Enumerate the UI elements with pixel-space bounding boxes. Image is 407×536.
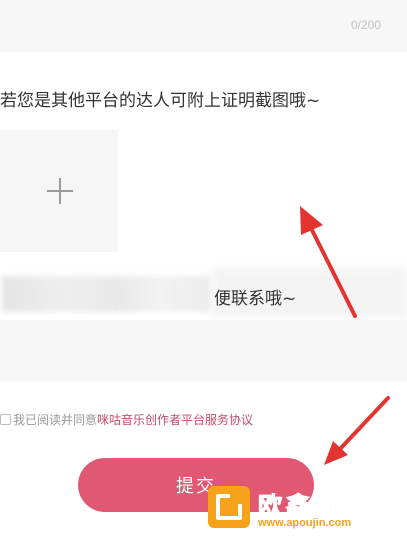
agreement-prefix: 我已阅读并同意: [13, 412, 98, 427]
proof-hint: 若您是其他平台的达人可附上证明截图哦~: [0, 91, 321, 111]
upload-image-button[interactable]: [0, 130, 118, 252]
agreement-row: 我已阅读并同意 咪咕音乐创作者平台服务协议: [0, 409, 253, 429]
feedback-textarea[interactable]: 0/200: [0, 0, 407, 52]
contact-hint: 便联系哦~: [214, 289, 297, 309]
arrow-to-submit: [324, 396, 390, 465]
watermark-title: 欧鑫软件园: [258, 492, 398, 521]
watermark-url: www.apoujin.com: [258, 517, 352, 529]
char-counter: 0/200: [350, 18, 381, 32]
contact-input[interactable]: [0, 320, 407, 382]
watermark: 欧鑫软件园 www.apoujin.com: [208, 486, 407, 536]
blurred-contact-hint: [2, 276, 212, 312]
agreement-link[interactable]: 咪咕音乐创作者平台服务协议: [97, 411, 253, 428]
watermark-logo: [208, 486, 250, 528]
agree-checkbox[interactable]: [0, 413, 11, 425]
